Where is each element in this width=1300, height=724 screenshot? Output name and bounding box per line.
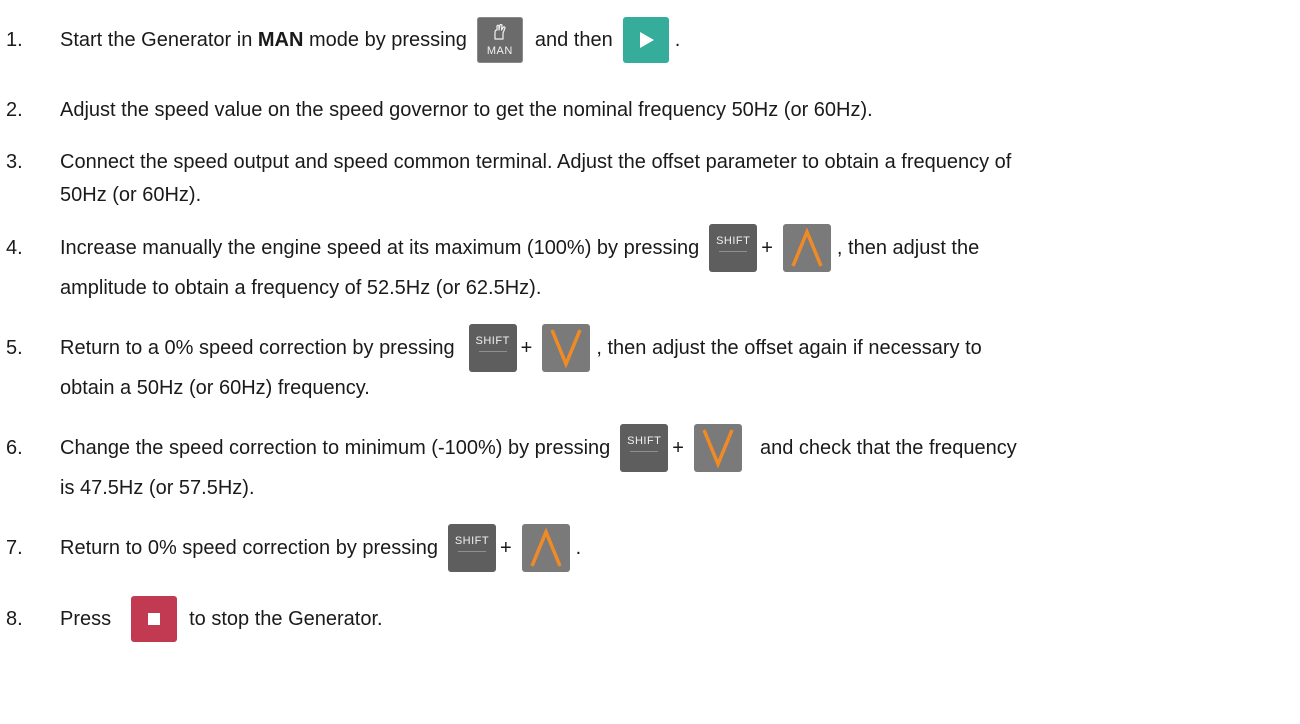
plus-sign: + <box>672 437 684 459</box>
step-text: and then <box>534 29 613 51</box>
down-arrow-key <box>693 424 742 472</box>
step-line: Adjust the speed value on the speed gove… <box>60 96 1300 124</box>
mode-name: MAN <box>257 29 304 51</box>
shift-key-underline <box>457 551 486 552</box>
start-key <box>622 17 669 63</box>
step-number: 3. <box>6 151 23 173</box>
step-line: amplitude to obtain a frequency of 52.5H… <box>60 274 1300 302</box>
step-line: Increase manually the engine speed at it… <box>60 224 1300 272</box>
step-text: and check that the frequency <box>759 437 1017 459</box>
step-number: 1. <box>6 29 23 51</box>
step-line: 50Hz (or 60Hz). <box>60 181 1300 209</box>
chevron-up-icon <box>530 527 562 567</box>
step-line: Return to 0% speed correction by pressin… <box>60 524 1300 572</box>
up-arrow-key <box>782 224 831 272</box>
step-text: . <box>575 537 582 559</box>
plus-sign: + <box>761 237 773 259</box>
step-text: , then adjust the offset again if necess… <box>596 337 982 359</box>
step-text: Change the speed correction to minimum (… <box>60 437 611 459</box>
shift-key-label: SHIFT <box>716 235 751 247</box>
shift-key-underline <box>719 251 748 252</box>
step-text: amplitude to obtain a frequency of 52.5H… <box>60 277 542 299</box>
step-text: Connect the speed output and speed commo… <box>60 151 1012 173</box>
hand-icon <box>494 23 506 40</box>
shift-key: SHIFT <box>468 324 517 372</box>
stop-key <box>131 596 178 642</box>
chevron-down-icon <box>702 429 734 469</box>
step-text: mode by pressing <box>303 29 467 51</box>
step-text: Increase manually the engine speed at it… <box>60 237 700 259</box>
step-number: 6. <box>6 437 23 459</box>
up-arrow-key <box>521 524 570 572</box>
shift-key-underline <box>478 351 507 352</box>
step-line: Press to stop the Generator. <box>60 596 1300 642</box>
step-line: is 47.5Hz (or 57.5Hz). <box>60 474 1300 502</box>
step-text: Adjust the speed value on the speed gove… <box>60 99 873 121</box>
shift-key: SHIFT <box>620 424 669 472</box>
step-text: . <box>674 29 681 51</box>
shift-key-label: SHIFT <box>454 535 490 547</box>
man-key-label: MAN <box>486 45 513 57</box>
man-mode-key: MAN <box>476 17 523 63</box>
step-text: Return to 0% speed correction by pressin… <box>60 537 438 559</box>
step-text: , then adjust the <box>836 237 980 259</box>
shift-key-label: SHIFT <box>627 435 662 447</box>
plus-sign: + <box>520 337 533 359</box>
plus-sign: + <box>499 537 512 559</box>
step-text: Start the Generator in <box>60 29 258 51</box>
step-number: 2. <box>6 99 23 121</box>
step-number: 8. <box>6 608 23 630</box>
step-line: Change the speed correction to minimum (… <box>60 424 1300 472</box>
step-text: Return to a 0% speed correction by press… <box>60 337 455 359</box>
step-text: Press <box>60 608 112 630</box>
step-line: obtain a 50Hz (or 60Hz) frequency. <box>60 374 1300 402</box>
shift-key: SHIFT <box>709 224 758 272</box>
step-line: Return to a 0% speed correction by press… <box>60 324 1300 372</box>
step-line: Start the Generator in MAN mode by press… <box>60 17 1300 63</box>
shift-key-underline <box>630 451 659 452</box>
stop-icon <box>148 613 161 625</box>
shift-key-label: SHIFT <box>475 335 510 347</box>
chevron-down-icon <box>550 329 582 369</box>
step-text: obtain a 50Hz (or 60Hz) frequency. <box>60 377 370 399</box>
shift-key: SHIFT <box>447 524 496 572</box>
step-number: 4. <box>6 237 23 259</box>
step-number: 5. <box>6 337 23 359</box>
step-text: to stop the Generator. <box>189 608 383 630</box>
step-text: 50Hz (or 60Hz). <box>60 184 202 206</box>
chevron-up-icon <box>791 227 823 267</box>
step-text: is 47.5Hz (or 57.5Hz). <box>60 477 255 499</box>
step-number: 7. <box>6 537 23 559</box>
play-icon <box>639 32 654 48</box>
step-line: Connect the speed output and speed commo… <box>60 148 1300 176</box>
down-arrow-key <box>542 324 591 372</box>
